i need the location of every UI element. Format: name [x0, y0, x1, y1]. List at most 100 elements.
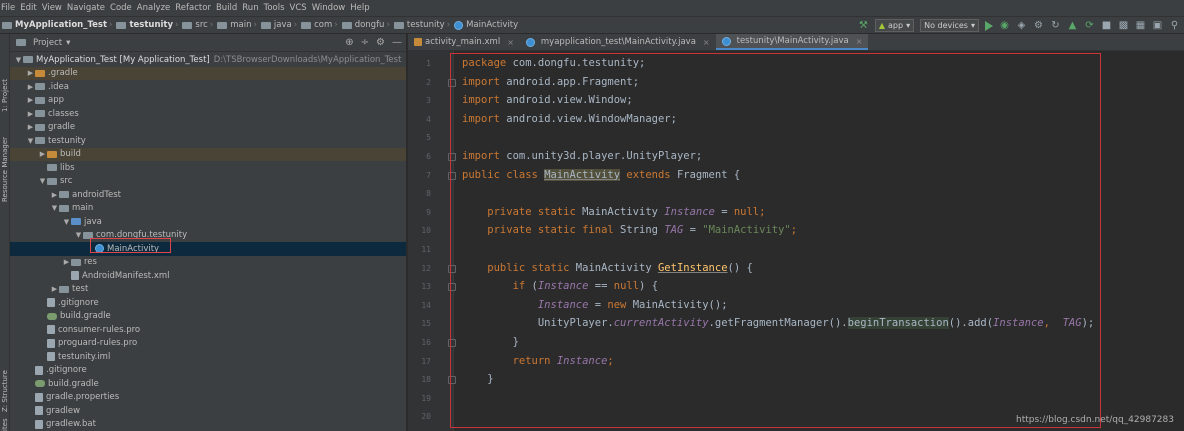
search-everywhere-icon[interactable]: ⚲ [1169, 20, 1180, 31]
expand-right-icon[interactable]: ▶ [50, 191, 59, 199]
menu-item-navigate[interactable]: Navigate [67, 3, 110, 13]
close-icon[interactable]: × [856, 37, 863, 46]
expand-right-icon[interactable]: ▶ [26, 123, 35, 131]
run-icon[interactable] [985, 20, 993, 31]
apply-changes-icon[interactable]: ↻ [1050, 20, 1061, 31]
debug-icon[interactable]: ◉ [999, 20, 1010, 31]
tree-item[interactable]: gradle.properties [10, 391, 406, 405]
stop-icon[interactable]: ■ [1101, 20, 1112, 31]
breadcrumb-item[interactable]: testunity [116, 20, 173, 30]
menu-item-refactor[interactable]: Refactor [175, 3, 216, 13]
expand-down-icon[interactable]: ▼ [14, 56, 23, 64]
tree-item[interactable]: ▼ src [10, 175, 406, 189]
hide-icon[interactable]: — [392, 37, 402, 48]
expand-right-icon[interactable]: ▶ [26, 96, 35, 104]
layout-inspector-icon[interactable]: ▣ [1152, 20, 1163, 31]
expand-right-icon[interactable]: ▶ [50, 285, 59, 293]
expand-right-icon[interactable]: ▶ [62, 258, 71, 266]
menu-item-window[interactable]: Window [312, 3, 351, 13]
tree-item[interactable]: .gitignore [10, 364, 406, 378]
hammer-icon[interactable]: ⚒ [858, 20, 869, 31]
tree-item[interactable]: build.gradle [10, 310, 406, 324]
chevron-right-icon: › [253, 20, 257, 30]
tree-item[interactable]: ▶ res [10, 256, 406, 270]
menu-item-vcs[interactable]: VCS [290, 3, 312, 13]
folder-icon [35, 83, 45, 91]
tree-item[interactable]: .gitignore [10, 296, 406, 310]
favorites-tool-tab[interactable]: ites [1, 418, 9, 431]
apply-code-changes-icon[interactable]: ▲ [1067, 20, 1078, 31]
collapse-all-icon[interactable]: ÷ [361, 37, 369, 48]
expand-down-icon[interactable]: ▼ [74, 231, 83, 239]
menu-item-edit[interactable]: Edit [20, 3, 41, 13]
project-view-select[interactable]: Project ▾ [16, 38, 70, 48]
editor-tab[interactable]: testunity\MainActivity.java × [715, 34, 869, 50]
tree-item[interactable]: consumer-rules.pro [10, 323, 406, 337]
tree-item-label: java [84, 216, 102, 227]
run-config-select[interactable]: ▲ app ▾ [874, 19, 915, 32]
sdk-manager-icon[interactable]: ▦ [1135, 20, 1146, 31]
tree-item[interactable]: gradlew [10, 404, 406, 418]
breadcrumb-item[interactable]: com [301, 20, 332, 30]
code-editor[interactable]: 1 2 3 4 5 6 7 8 9 10 11 12 13 14 15 16 17 18 19 20 package … [408, 51, 1184, 431]
menu-item-help[interactable]: Help [350, 3, 374, 13]
expand-right-icon[interactable]: ▶ [26, 110, 35, 118]
tree-item[interactable]: gradlew.bat [10, 418, 406, 431]
avd-manager-icon[interactable]: ▩ [1118, 20, 1129, 31]
menu-item-view[interactable]: View [42, 3, 67, 13]
editor-tab[interactable]: myapplication_test\MainActivity.java × [520, 34, 716, 50]
close-icon[interactable]: × [703, 38, 710, 47]
breadcrumb-item[interactable]: java [260, 20, 292, 30]
tree-item[interactable]: testunity.iml [10, 350, 406, 364]
tree-item[interactable]: ▼ main [10, 202, 406, 216]
tree-item[interactable]: ▶ classes [10, 107, 406, 121]
breadcrumb-item[interactable]: testunity [393, 20, 445, 30]
breadcrumb-item[interactable]: main [217, 20, 252, 30]
device-select[interactable]: No devices ▾ [920, 19, 979, 32]
line-number-gutter: 1 2 3 4 5 6 7 8 9 10 11 12 13 14 15 16 17 18 19 20 [408, 51, 456, 431]
attach-debugger-icon[interactable]: ⚙ [1033, 20, 1044, 31]
tree-item[interactable]: ▶ build [10, 147, 406, 161]
profile-icon[interactable]: ◈ [1016, 20, 1027, 31]
expand-right-icon[interactable]: ▶ [38, 150, 47, 158]
breadcrumb-item[interactable]: MainActivity [454, 20, 518, 30]
expand-down-icon[interactable]: ▼ [38, 177, 47, 185]
menu-item-code[interactable]: Code [110, 3, 137, 13]
tree-item[interactable]: ▶ .idea [10, 80, 406, 94]
tree-item[interactable]: ▶ .gradle [10, 66, 406, 80]
menu-item-build[interactable]: Build [216, 3, 242, 13]
expand-down-icon[interactable]: ▼ [50, 204, 59, 212]
editor-tab[interactable]: activity_main.xml × [408, 34, 520, 50]
menu-item-file[interactable]: File [1, 3, 20, 13]
breadcrumb-item[interactable]: MyApplication_Test [2, 20, 107, 30]
breadcrumb-item[interactable]: dongfu [341, 20, 384, 30]
expand-right-icon[interactable]: ▶ [26, 83, 35, 91]
structure-tool-tab[interactable]: Z: Structure [1, 370, 9, 412]
tree-item[interactable]: ▶ test [10, 283, 406, 297]
menu-item-run[interactable]: Run [242, 3, 263, 13]
tree-item[interactable]: build.gradle [10, 377, 406, 391]
expand-right-icon[interactable]: ▶ [26, 69, 35, 77]
tree-item[interactable]: ▼ java [10, 215, 406, 229]
tree-item[interactable]: proguard-rules.pro [10, 337, 406, 351]
tree-item[interactable]: ▼ testunity [10, 134, 406, 148]
tree-item[interactable]: ▶ androidTest [10, 188, 406, 202]
tree-item[interactable]: MainActivity [10, 242, 406, 256]
expand-down-icon[interactable]: ▼ [26, 137, 35, 145]
expand-down-icon[interactable]: ▼ [62, 218, 71, 226]
tree-item[interactable]: ▼ com.dongfu.testunity [10, 229, 406, 243]
tree-item[interactable]: AndroidManifest.xml [10, 269, 406, 283]
tree-item[interactable]: ▶ gradle [10, 121, 406, 135]
breadcrumb-item[interactable]: src [182, 20, 208, 30]
resource-manager-tool-tab[interactable]: Resource Manager [1, 137, 9, 202]
tree-item[interactable]: libs [10, 161, 406, 175]
tree-item[interactable]: ▼ MyApplication_Test [My Application_Test… [10, 53, 406, 67]
menu-item-analyze[interactable]: Analyze [137, 3, 176, 13]
project-tool-tab[interactable]: 1: Project [1, 79, 9, 112]
tree-item[interactable]: ▶ app [10, 94, 406, 108]
gear-icon[interactable]: ⚙ [376, 37, 385, 48]
locate-icon[interactable]: ⊕ [345, 37, 353, 48]
menu-item-tools[interactable]: Tools [264, 3, 290, 13]
close-icon[interactable]: × [507, 38, 514, 47]
sync-icon[interactable]: ⟳ [1084, 20, 1095, 31]
